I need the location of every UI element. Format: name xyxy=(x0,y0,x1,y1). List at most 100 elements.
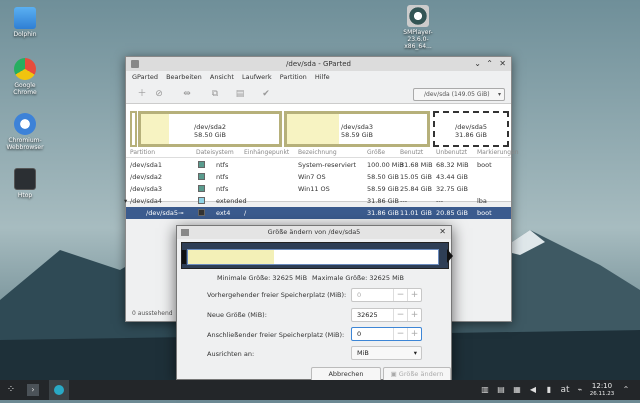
filesystem-color-swatch xyxy=(198,173,205,180)
menu-ansicht[interactable]: Ansicht xyxy=(210,73,234,81)
col-partition[interactable]: Partition xyxy=(130,148,155,158)
visual-partition-sda1[interactable] xyxy=(130,111,137,147)
clock[interactable]: 12:10 26.11.23 xyxy=(588,382,616,398)
menu-hilfe[interactable]: Hilfe xyxy=(315,73,330,81)
cell-fs: extended xyxy=(216,197,247,205)
partition-row[interactable]: /dev/sda4 extended 31.86 GiB --- --- lba ▾ xyxy=(124,195,511,207)
visual-partition-sda3[interactable]: /dev/sda3 58.59 GiB xyxy=(284,111,430,147)
new-icon[interactable]: ＋ xyxy=(136,88,148,100)
desktop-icon-chromium[interactable]: Chromium-Webbrowser xyxy=(3,113,47,151)
new-size-input[interactable]: 32625 − + xyxy=(351,308,422,322)
clipboard-icon[interactable]: ▤ xyxy=(496,380,506,400)
menu-gparted[interactable]: GParted xyxy=(132,73,158,81)
decrement-button[interactable]: − xyxy=(393,328,407,340)
following-space-input[interactable]: 0 − + xyxy=(351,327,422,341)
desktop-icon-chrome[interactable]: Google Chrome xyxy=(3,58,47,96)
cell-size: 31.86 GiB xyxy=(367,209,399,217)
smplayer-icon xyxy=(407,5,429,27)
partition-row[interactable]: /dev/sda2 ntfs Win7 OS 58.50 GiB 15.05 GiB 43… xyxy=(126,171,511,183)
desktop-icon-htop[interactable]: Htop xyxy=(3,168,47,199)
dialog-title: Größe ändern von /dev/sda5 xyxy=(267,228,361,236)
keyboard-layout[interactable]: at xyxy=(559,380,571,400)
dialog-close-button[interactable]: ✕ xyxy=(439,227,446,237)
align-label: Ausrichten an: xyxy=(207,350,255,358)
bluetooth-icon[interactable]: ⌁ xyxy=(575,380,585,400)
menu-partition[interactable]: Partition xyxy=(280,73,307,81)
resize-handle-right[interactable] xyxy=(447,249,453,263)
disk-icon[interactable]: ▮ xyxy=(544,380,554,400)
maximize-button[interactable]: ⌃ xyxy=(486,59,493,69)
dialog-titlebar[interactable]: Größe ändern von /dev/sda5 ✕ xyxy=(177,226,451,239)
filesystem-color-swatch xyxy=(198,185,205,192)
filesystem-color-swatch xyxy=(198,209,205,216)
paste-icon[interactable]: ▤ xyxy=(234,88,246,100)
gparted-titlebar[interactable]: /dev/sda - GParted ⌄ ⌃ ✕ xyxy=(126,57,511,71)
app-launcher-icon[interactable]: ⁘ xyxy=(3,380,19,400)
decrement-button[interactable]: − xyxy=(393,309,407,321)
minimize-button[interactable]: ⌄ xyxy=(474,59,481,69)
col-size[interactable]: Größe xyxy=(367,148,385,158)
chrome-icon xyxy=(14,58,36,80)
chevron-down-icon: ▾ xyxy=(413,349,417,357)
chevron-up-icon[interactable]: ⌃ xyxy=(620,380,632,400)
partition-row[interactable]: /dev/sda1 ntfs System-reserviert 100.00 MiB… xyxy=(126,159,511,171)
volume-icon[interactable]: ◀ xyxy=(528,380,538,400)
preceding-space-label: Vorhergehender freier Speicherplatz (MiB… xyxy=(207,291,347,299)
decrement-button[interactable]: − xyxy=(393,289,407,301)
cell-unused: 43.44 GiB xyxy=(436,173,468,181)
desktop-icon-dolphin[interactable]: Dolphin xyxy=(3,7,47,38)
chromium-icon xyxy=(14,113,36,135)
col-unused[interactable]: Unbenutzt xyxy=(436,148,467,158)
visual-partition-sda2[interactable]: /dev/sda2 58.50 GiB xyxy=(138,111,282,147)
col-flags[interactable]: Markierungen xyxy=(477,148,519,158)
cell-flags: boot xyxy=(477,161,492,169)
copy-icon[interactable]: ⧉ xyxy=(209,88,221,100)
htop-icon xyxy=(14,168,36,190)
dialog-app-icon xyxy=(181,229,189,236)
resize-slider[interactable] xyxy=(181,242,453,269)
cell-partition: /dev/sda2 xyxy=(130,173,162,181)
cell-size: 31.86 GiB xyxy=(367,197,399,205)
cell-used: --- xyxy=(400,197,408,205)
expander-icon[interactable]: ▾ xyxy=(124,195,127,207)
preceding-space-input[interactable]: 0 − + xyxy=(351,288,422,302)
network-icon[interactable]: ▦ xyxy=(512,380,522,400)
increment-button[interactable]: + xyxy=(407,289,421,301)
cell-fs: ntfs xyxy=(216,185,229,193)
clock-date: 26.11.23 xyxy=(589,391,615,397)
increment-button[interactable]: + xyxy=(407,309,421,321)
terminal-task-icon[interactable]: › xyxy=(25,380,41,400)
cell-label: System-reserviert xyxy=(298,161,357,169)
resize-dialog: Größe ändern von /dev/sda5 ✕ Minimale Gr… xyxy=(176,225,453,382)
visual-partition-sda5[interactable]: /dev/sda5 31.86 GiB xyxy=(433,111,509,147)
folder-icon xyxy=(14,7,36,29)
menu-bearbeiten[interactable]: Bearbeiten xyxy=(166,73,202,81)
increment-button[interactable]: + xyxy=(407,328,421,340)
col-used[interactable]: Benutzt xyxy=(400,148,423,158)
apply-icon[interactable]: ✔ xyxy=(260,88,272,100)
cell-used: 25.84 GiB xyxy=(400,185,432,193)
menu-laufwerk[interactable]: Laufwerk xyxy=(242,73,272,81)
resize-icon[interactable]: ⇹ xyxy=(181,88,193,100)
cell-fs: ntfs xyxy=(216,161,229,169)
col-filesystem[interactable]: Dateisystem xyxy=(196,148,234,158)
cell-size: 58.50 GiB xyxy=(367,173,399,181)
col-mountpoint[interactable]: Einhängepunkt xyxy=(244,148,289,158)
resize-handle-left[interactable] xyxy=(182,250,186,264)
delete-icon[interactable]: ⊘ xyxy=(153,88,165,100)
close-button[interactable]: ✕ xyxy=(499,59,506,69)
cell-partition: /dev/sda3 xyxy=(130,185,162,193)
cell-flags: lba xyxy=(477,197,487,205)
device-selector[interactable]: /dev/sda (149.05 GiB) ▾ xyxy=(413,88,505,101)
gparted-task-icon[interactable] xyxy=(49,380,69,400)
trash-icon[interactable]: ▥ xyxy=(480,380,490,400)
cell-used: 15.05 GiB xyxy=(400,173,432,181)
key-icon: ⊸ xyxy=(178,209,184,217)
partition-row[interactable]: /dev/sda3 ntfs Win11 OS 58.59 GiB 25.84 GiB 3… xyxy=(126,183,511,195)
align-select[interactable]: MiB ▾ xyxy=(351,346,422,360)
partition-row[interactable]: /dev/sda5 ext4 / 31.86 GiB 11.01 GiB 20.85 Gi… xyxy=(126,207,511,219)
col-label[interactable]: Bezeichnung xyxy=(298,148,337,158)
cell-used: 11.01 GiB xyxy=(400,209,432,217)
desktop-icon-smplayer[interactable]: SMPlayer-23.6.0-x86_64... xyxy=(396,5,440,50)
cell-size: 58.59 GiB xyxy=(367,185,399,193)
